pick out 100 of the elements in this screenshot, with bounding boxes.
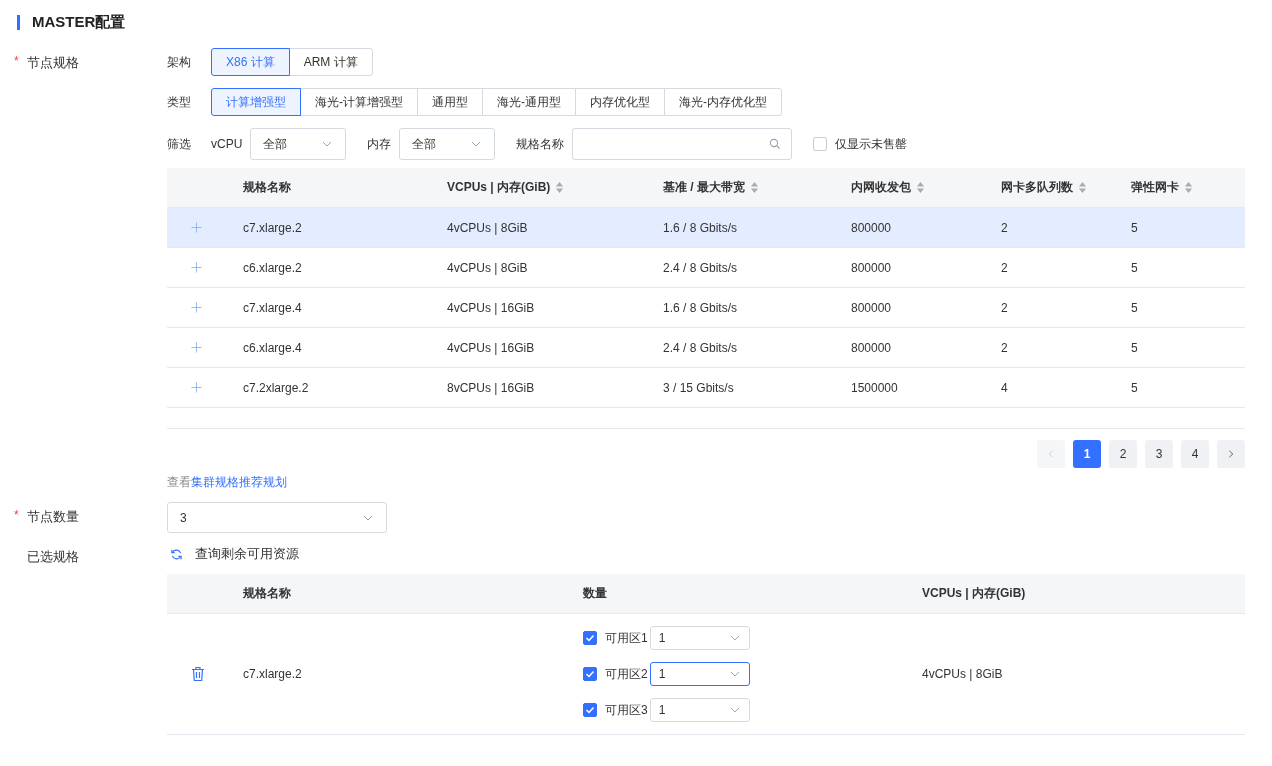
plus-icon[interactable] [190,342,202,353]
checkbox-label: 可用区1 [605,629,648,647]
check-icon [584,632,596,644]
page-button[interactable]: 4 [1181,440,1209,468]
table-cell-text: c7.xlarge.2 [243,220,303,235]
table-cell-text: c7.xlarge.2 [243,667,303,681]
table-cell-text: 4vCPUs | 8GiB [922,667,1004,681]
table-cell-text: c6.xlarge.4 [243,340,303,355]
column-header: VCPUs | 内存(GiB) [922,585,1027,602]
recommendation-link[interactable]: 集群规格推荐规划 [191,475,287,489]
checkbox[interactable] [583,631,597,645]
table-cell-text: 2 [1001,220,1009,235]
select-field[interactable]: 1 [649,626,750,650]
select-field[interactable]: 1 [649,698,750,722]
plus-icon[interactable] [190,222,202,233]
segment-button[interactable]: 计算增强型 [211,88,301,116]
field-label: 已选规格 [27,548,79,566]
hint-text: 查看集群规格推荐规划 [167,474,288,491]
table-cell-text: 4 [1001,380,1009,395]
search-field[interactable] [572,128,793,160]
column-header: 网卡多队列数 [1001,179,1073,196]
checkbox-label: 可用区2 [605,665,648,683]
segment-button[interactable]: 海光-计算增强型 [300,88,418,116]
table-cell-text: 2.4 / 8 Gbits/s [663,260,739,275]
segment-button[interactable]: 海光-通用型 [482,88,576,116]
select-field[interactable]: 3 [167,502,387,533]
table-cell-text: 5 [1131,340,1139,355]
field-label: 内存 [367,135,392,153]
column-header: 数量 [583,585,608,602]
column-header: 基准 / 最大带宽 [663,179,745,196]
segment-button[interactable]: ARM 计算 [288,48,373,76]
table-cell-text: 800000 [851,220,893,235]
page-button[interactable]: 1 [1073,440,1101,468]
column-header: 规格名称 [243,585,292,602]
page-button[interactable]: 2 [1109,440,1137,468]
select-field[interactable]: 全部 [250,128,347,160]
field-label: 节点数量 [27,508,79,526]
table-cell-text: 1.6 / 8 Gbits/s [663,300,739,315]
table-cell-text: 2 [1001,340,1009,355]
plus-icon[interactable] [190,382,202,393]
segment-button[interactable]: 内存优化型 [575,88,665,116]
table-cell-text: 5 [1131,300,1139,315]
sort-icon[interactable] [555,181,565,194]
table-cell-text: 2.4 / 8 Gbits/s [663,340,739,355]
checkbox[interactable] [813,137,828,151]
refresh-icon[interactable] [170,547,183,561]
sort-icon[interactable] [916,181,925,194]
table-cell-text: 800000 [851,260,893,275]
column-header: 规格名称 [243,179,291,196]
table-cell-text: 4vCPUs | 8GiB [447,260,529,275]
field-label: 架构 [167,53,192,71]
table-cell-text: 4vCPUs | 8GiB [447,220,529,235]
table-cell-text: 2 [1001,300,1009,315]
table-cell-text: 2 [1001,260,1009,275]
segment-button[interactable]: X86 计算 [211,48,290,76]
sort-icon[interactable] [1184,181,1193,194]
table-row[interactable]: c7.xlarge.2 4vCPUs | 8GiB 1.6 / 8 Gbits/s 800000 2 5 [167,208,1245,248]
section-title: MASTER配置 [32,12,126,32]
table-cell-text: 4vCPUs | 16GiB [447,340,536,355]
next-page-button[interactable] [1217,440,1245,468]
field-label: 规格名称 [516,135,565,153]
sort-icon[interactable] [1078,181,1087,194]
checkbox[interactable] [583,667,597,681]
sort-icon[interactable] [750,181,759,194]
select-field[interactable]: 1 [649,662,750,686]
table-cell-text: 5 [1131,220,1139,235]
plus-icon[interactable] [190,262,202,273]
table-cell-text: c6.xlarge.2 [243,260,303,275]
check-icon [584,668,596,680]
column-header: VCPUs | 内存(GiB) [447,179,551,196]
table-cell-text: 5 [1131,380,1139,395]
table-cell-text: c7.2xlarge.2 [243,380,310,395]
field-label: 节点规格 [27,54,79,72]
checkbox-label: 可用区3 [605,701,648,719]
check-icon [584,704,596,716]
table-cell-text: 1500000 [851,380,899,395]
table-cell-text: 8vCPUs | 16GiB [447,380,536,395]
chevron-left-icon [1046,449,1056,459]
plus-icon[interactable] [190,302,202,313]
table-cell-text: 800000 [851,340,893,355]
column-header: 弹性网卡 [1131,179,1179,196]
table-cell-text: c7.xlarge.4 [243,300,303,315]
select-field[interactable]: 全部 [399,128,496,160]
segment-button[interactable]: 通用型 [417,88,483,116]
required-mark: * [14,508,20,522]
table-cell-text: 800000 [851,300,893,315]
table-cell-text: 3 / 15 Gbits/s [663,380,735,395]
column-header: 内网收发包 [851,179,911,196]
field-label: 类型 [167,93,192,111]
segment-button[interactable]: 海光-内存优化型 [664,88,782,116]
field-label: 筛选 [167,135,192,153]
checkbox-label: 仅显示未售罄 [835,135,908,153]
table-cell-text: 5 [1131,260,1139,275]
query-link[interactable]: 查询剩余可用资源 [195,545,299,563]
page-button[interactable]: 3 [1145,440,1173,468]
table-cell-text: 4vCPUs | 16GiB [447,300,536,315]
trash-icon[interactable] [191,666,205,682]
table-cell-text: 1.6 / 8 Gbits/s [663,220,739,235]
checkbox[interactable] [583,703,597,717]
search-icon [769,138,782,150]
